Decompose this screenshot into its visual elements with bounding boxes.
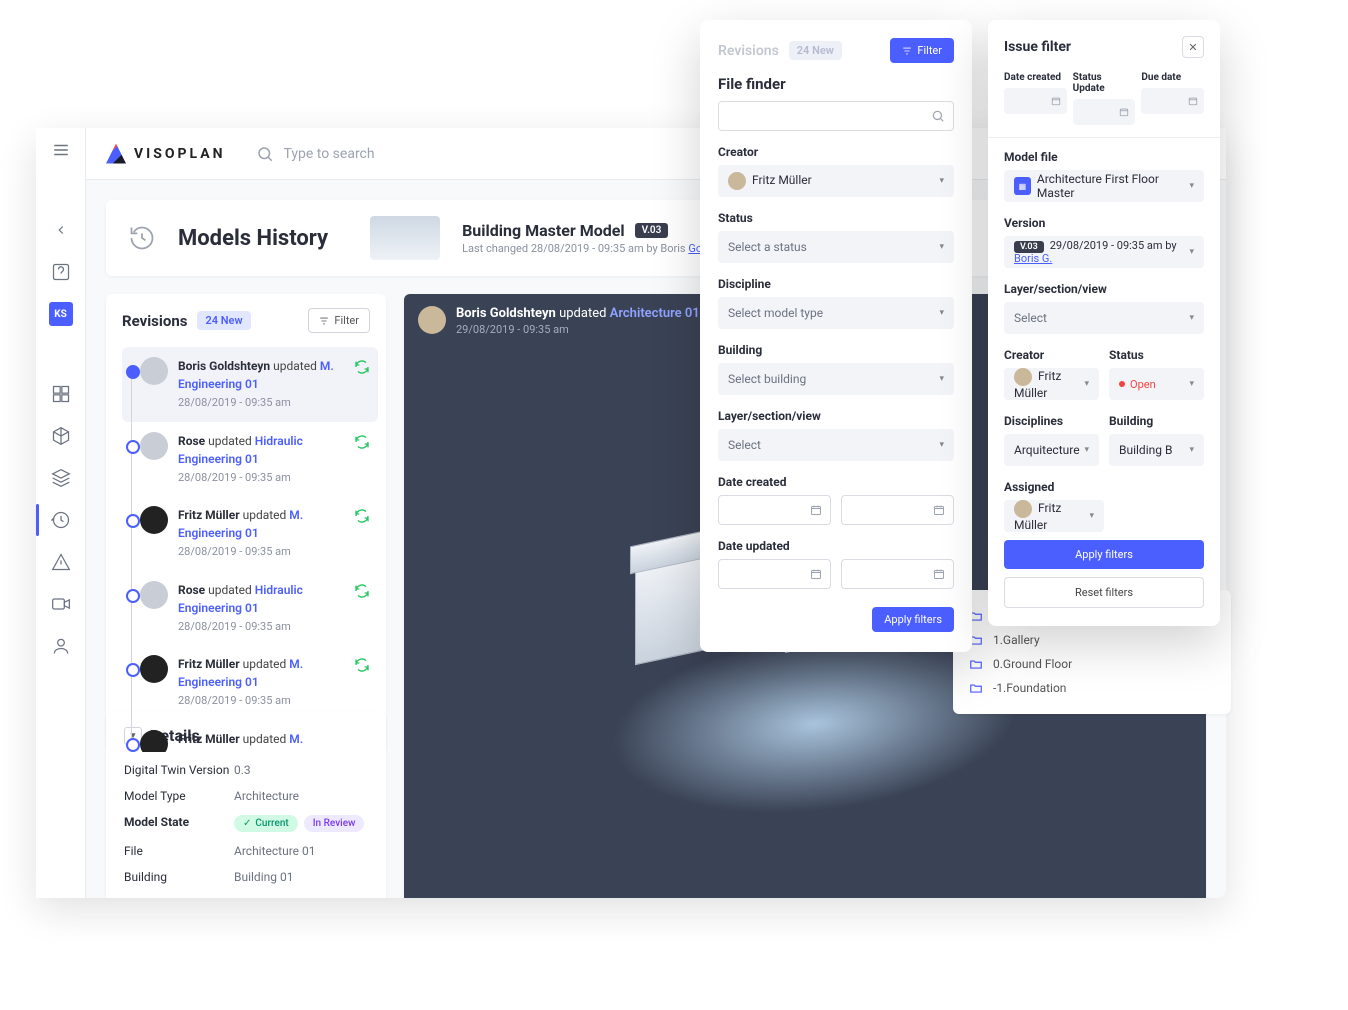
if-apply-button[interactable]: Apply filters [1004, 540, 1204, 569]
avatar [140, 432, 168, 460]
logo-text: VISOPLAN [134, 146, 226, 162]
dashboard-icon[interactable] [49, 382, 73, 406]
status-select[interactable]: Select a status▾ [718, 231, 954, 263]
avatar [140, 730, 168, 753]
viewer-header: Boris Goldshteyn updated Architecture 01… [418, 306, 700, 336]
rf-title: Revisions [718, 43, 779, 59]
revision-item[interactable]: Rose updated Hidraulic Engineering 0128/… [122, 422, 378, 497]
issue-filter-panel: Issue filter ✕ Date created Status Updat… [988, 20, 1220, 626]
avatar [140, 655, 168, 683]
revisions-filter-button[interactable]: Filter [308, 308, 370, 333]
revisions-filter-panel: Revisions 24 New Filter File finder Crea… [700, 20, 972, 652]
calendar-icon [1119, 107, 1129, 117]
video-icon[interactable] [49, 592, 73, 616]
search-icon [256, 145, 274, 163]
date-created-from[interactable] [718, 495, 831, 525]
if-status-select[interactable]: Open▾ [1109, 368, 1204, 400]
calendar-icon [933, 504, 945, 516]
if-model-file-select[interactable]: ▦Architecture First Floor Master▾ [1004, 170, 1204, 202]
history-large-icon [128, 224, 156, 252]
date-updated-to[interactable] [841, 559, 954, 589]
revision-item[interactable]: Fritz Müller updated M. Engineering 01 [122, 720, 378, 753]
layer-select[interactable]: Select▾ [718, 429, 954, 461]
if-due-date[interactable] [1141, 88, 1204, 114]
folder-icon [969, 681, 983, 695]
discipline-select[interactable]: Select model type▾ [718, 297, 954, 329]
revision-item[interactable]: Rose updated Hidraulic Engineering 0128/… [122, 571, 378, 646]
alert-icon[interactable] [49, 550, 73, 574]
model-name: Building Master Model [462, 221, 625, 240]
calendar-icon [1188, 96, 1198, 106]
layer-item[interactable]: -1.Foundation [969, 676, 1215, 700]
model-thumbnail [370, 216, 440, 260]
calendar-icon [810, 504, 822, 516]
filter-icon [319, 316, 329, 326]
if-assigned-select[interactable]: Fritz Müller▾ [1004, 500, 1104, 532]
sync-icon [354, 657, 370, 673]
building-select[interactable]: Select building▾ [718, 363, 954, 395]
cube-icon[interactable] [49, 424, 73, 448]
revisions-new-badge: 24 New [197, 311, 250, 330]
history-icon[interactable] [49, 508, 73, 532]
close-button[interactable]: ✕ [1182, 36, 1204, 58]
revisions-title: Revisions [122, 312, 187, 330]
sync-icon [354, 583, 370, 599]
avatar [140, 581, 168, 609]
sync-icon [354, 359, 370, 375]
search-placeholder: Type to search [284, 146, 375, 162]
calendar-icon [933, 568, 945, 580]
logo-mark-icon [106, 144, 126, 164]
date-updated-from[interactable] [718, 559, 831, 589]
revision-item[interactable]: Fritz Müller updated M. Engineering 0128… [122, 645, 378, 720]
version-badge: V.03 [635, 223, 669, 238]
calendar-icon [1051, 96, 1061, 106]
sync-icon [354, 508, 370, 524]
rf-new-badge: 24 New [789, 41, 842, 60]
avatar [140, 506, 168, 534]
page-title: Models History [178, 226, 328, 251]
file-finder-title: File finder [718, 75, 954, 93]
if-building-select[interactable]: Building B▾ [1109, 434, 1204, 466]
status-pill-review: In Review [304, 815, 365, 832]
rf-apply-button[interactable]: Apply filters [872, 607, 954, 632]
menu-icon[interactable] [49, 138, 73, 162]
if-creator-select[interactable]: Fritz Müller▾ [1004, 368, 1099, 400]
revision-item[interactable]: Fritz Müller updated M. Engineering 0128… [122, 496, 378, 571]
search-icon [931, 109, 945, 123]
help-icon[interactable] [49, 260, 73, 284]
filter-icon [902, 46, 912, 56]
date-created-to[interactable] [841, 495, 954, 525]
revisions-panel: Revisions 24 New Filter Boris Goldshteyn… [106, 294, 386, 752]
sync-icon [354, 434, 370, 450]
if-date-created[interactable] [1004, 88, 1067, 114]
global-search[interactable]: Type to search [256, 145, 375, 163]
avatar [418, 306, 446, 334]
if-status-update[interactable] [1073, 99, 1136, 125]
creator-select[interactable]: Fritz Müller▾ [718, 165, 954, 197]
sidebar: KS [36, 128, 86, 898]
revisions-list: Boris Goldshteyn updated M. Engineering … [106, 347, 386, 752]
rf-filter-button[interactable]: Filter [890, 38, 954, 63]
issue-filter-title: Issue filter [1004, 39, 1071, 55]
calendar-icon [810, 568, 822, 580]
layers-icon[interactable] [49, 466, 73, 490]
if-disciplines-select[interactable]: Arquitecture▾ [1004, 434, 1099, 466]
if-layer-select[interactable]: Select▾ [1004, 302, 1204, 334]
if-reset-button[interactable]: Reset filters [1004, 577, 1204, 608]
layer-item[interactable]: 0.Ground Floor [969, 652, 1215, 676]
avatar [140, 357, 168, 385]
layer-item[interactable]: 1.Gallery [969, 628, 1215, 652]
user-icon[interactable] [49, 634, 73, 658]
folder-icon [969, 657, 983, 671]
app-logo: VISOPLAN [106, 144, 226, 164]
workspace-badge[interactable]: KS [49, 302, 73, 326]
status-pill-current: ✓ Current [234, 815, 298, 832]
revision-item[interactable]: Boris Goldshteyn updated M. Engineering … [122, 347, 378, 422]
if-version-select[interactable]: V.0329/08/2019 - 09:35 am by Boris G.▾ [1004, 236, 1204, 268]
back-icon[interactable] [49, 218, 73, 242]
file-finder-input[interactable] [718, 101, 954, 131]
